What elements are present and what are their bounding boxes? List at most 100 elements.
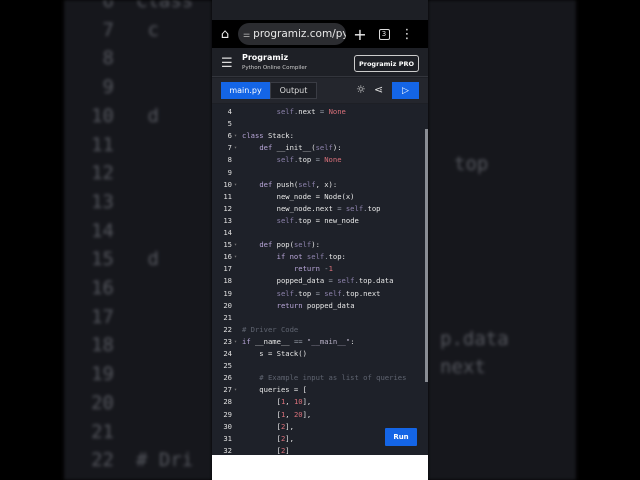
blurred-text: 9	[102, 76, 114, 99]
code-text: self.next = None	[242, 106, 346, 118]
code-token: class	[242, 131, 268, 141]
programiz-pro-button[interactable]: Programiz PRO	[354, 55, 419, 72]
blurred-code-line: 18	[74, 334, 136, 356]
blurred-text: 6	[102, 0, 114, 12]
run-play-button[interactable]: ▷	[392, 82, 419, 99]
code-token: ):	[332, 143, 342, 153]
code-token: self	[306, 252, 325, 262]
blurred-text: 11	[91, 133, 114, 156]
code-line: 28 [1, 10],	[212, 396, 428, 408]
fold-arrow-icon[interactable]: ▾	[234, 130, 237, 142]
url-text: programiz.com/pytho	[253, 28, 346, 40]
code-text: return popped_data	[242, 300, 355, 312]
code-token: ,	[285, 409, 294, 419]
bottom-bar	[212, 455, 428, 480]
code-text: [2],	[242, 421, 294, 433]
code-token: =	[328, 276, 338, 286]
code-token: ],	[285, 421, 294, 431]
code-token: self	[298, 179, 316, 189]
line-number: 27	[223, 385, 232, 395]
tab-main-py[interactable]: main.py	[221, 82, 270, 99]
more-menu-icon[interactable]: ⋮	[394, 27, 420, 42]
code-token: top	[298, 288, 316, 298]
programiz-logo[interactable]: Programiz	[242, 53, 288, 62]
home-icon[interactable]: ⌂	[212, 27, 238, 42]
code-text: def __init__(self):	[242, 142, 342, 154]
line-number: 16	[223, 252, 232, 262]
code-token: ,	[285, 397, 294, 407]
blurred-code-line: 20	[74, 392, 136, 414]
line-number: 15	[223, 240, 232, 250]
fold-arrow-icon[interactable]: ▾	[234, 384, 237, 396]
site-header: ☰ Programiz Python Online Compiler Progr…	[212, 48, 428, 77]
new-tab-icon[interactable]: +	[346, 25, 374, 44]
site-settings-icon[interactable]: ⚌	[243, 30, 250, 39]
code-token: [	[242, 445, 281, 455]
fold-arrow-icon[interactable]: ▾	[234, 179, 237, 191]
code-line: 25	[212, 360, 428, 372]
code-token: push(	[276, 179, 299, 189]
line-number: 18	[223, 276, 232, 286]
hamburger-menu-icon[interactable]: ☰	[221, 56, 233, 71]
code-token: None	[328, 107, 346, 116]
code-line: 6 ▾ class Stack:	[212, 130, 428, 142]
fold-arrow-icon[interactable]: ▾	[234, 336, 237, 348]
run-button[interactable]: Run	[385, 428, 417, 446]
code-text: [2]	[242, 445, 290, 455]
code-token: self	[276, 288, 294, 298]
blurred-code-line: 16	[74, 277, 136, 299]
line-number: 28	[223, 397, 232, 407]
blurred-text: d	[136, 104, 159, 127]
code-token: [	[242, 421, 281, 431]
line-number: 19	[223, 288, 232, 298]
code-token: if not	[276, 252, 307, 262]
theme-toggle-icon[interactable]: ☼	[356, 83, 366, 96]
code-token: top.next	[345, 288, 381, 298]
code-text: def pop(self):	[242, 239, 320, 251]
code-token: self	[293, 240, 312, 250]
code-token: ],	[302, 397, 312, 407]
code-line: 7 ▾ def __init__(self):	[212, 142, 428, 154]
code-token: top = new_node	[298, 215, 359, 225]
line-number: 7	[227, 143, 232, 153]
code-text: new_node.next = self.top	[242, 203, 381, 215]
code-token: 10	[293, 397, 303, 407]
code-text: self.top = None	[242, 154, 342, 166]
blurred-code-line: 17	[74, 306, 136, 328]
code-token: new_node = Node(x)	[242, 191, 355, 201]
blurred-text: p.data	[440, 328, 509, 350]
tab-switcher-button[interactable]: 3	[374, 28, 394, 40]
code-text: def push(self, x):	[242, 179, 337, 191]
code-line: 12 new_node.next = self.top	[212, 203, 428, 215]
code-token: ],	[285, 433, 294, 443]
blurred-text: 10	[91, 104, 114, 127]
line-number: 17	[223, 264, 232, 274]
code-token: 20	[293, 409, 303, 419]
code-token: top	[298, 155, 316, 165]
code-token: def	[259, 143, 277, 153]
code-token: self	[276, 155, 294, 165]
editor-scrollbar[interactable]	[425, 129, 428, 382]
blurred-text: 8	[102, 47, 114, 70]
line-number: 4	[227, 107, 232, 116]
code-token: =	[315, 288, 325, 298]
blurred-code-line: 13	[74, 191, 136, 213]
fold-arrow-icon[interactable]: ▾	[234, 251, 237, 263]
code-token: =	[319, 107, 329, 116]
fold-arrow-icon[interactable]: ▾	[234, 142, 237, 154]
tab-output[interactable]: Output	[270, 82, 317, 99]
code-line: 20 return popped_data	[212, 300, 428, 312]
line-number: 6	[227, 131, 232, 141]
fold-arrow-icon[interactable]: ▾	[234, 239, 237, 251]
code-editor[interactable]: 32 [2] 31 [2], 30 [2], 29 [1, 20], 28 [1, 10…	[212, 104, 428, 455]
code-token: pop(	[276, 240, 294, 250]
share-icon[interactable]: ⋖	[374, 83, 383, 96]
code-line: 11 new_node = Node(x)	[212, 191, 428, 203]
line-number: 12	[223, 203, 232, 213]
phone-screen: ⌂ ⚌programiz.com/pytho + 3 ⋮ ☰ Programiz…	[212, 0, 428, 480]
address-bar[interactable]: ⚌programiz.com/pytho	[238, 23, 346, 45]
code-token: # Example input as list of queries	[242, 373, 407, 383]
